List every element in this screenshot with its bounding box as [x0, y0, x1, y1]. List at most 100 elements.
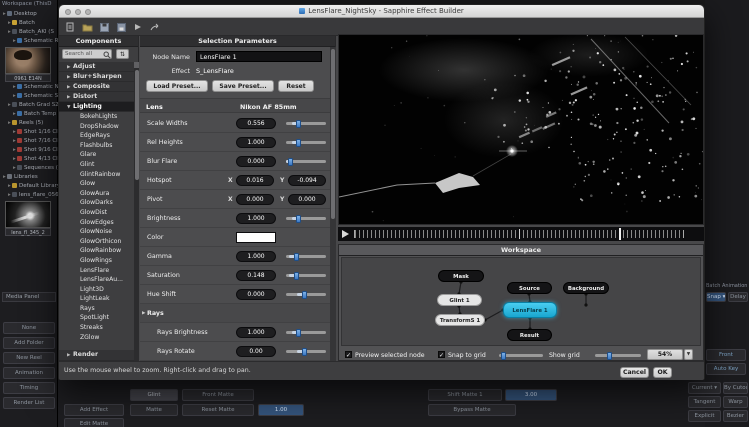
node-result[interactable]: Result	[507, 329, 552, 341]
component-item[interactable]: LensFlare	[59, 266, 134, 276]
slider-handle[interactable]	[294, 272, 299, 280]
host-button-edit-matte[interactable]: Edit Matte	[64, 418, 124, 427]
component-item[interactable]: GlowEdges	[59, 218, 134, 228]
scrollbar-thumb[interactable]	[135, 70, 139, 180]
share-icon[interactable]	[150, 22, 161, 32]
param-value-field[interactable]: 1.000	[236, 251, 276, 262]
tree-item-schematic-r[interactable]: ▸Schematic R	[0, 37, 58, 46]
tree-item-default-library[interactable]: ▸Default Library	[0, 182, 58, 191]
node-source[interactable]: Source	[507, 282, 552, 294]
param-value-field[interactable]: 1.000	[236, 137, 276, 148]
param-value-field[interactable]: 0.000	[236, 289, 276, 300]
slider-handle[interactable]	[294, 253, 299, 261]
snap-to-grid-checkbox[interactable]: ✓	[438, 351, 445, 358]
scrollbar-thumb[interactable]	[331, 49, 335, 219]
host-button-none[interactable]: None	[3, 322, 55, 334]
minimize-window-icon[interactable]	[75, 9, 81, 15]
param-slider[interactable]	[286, 274, 326, 277]
play-icon[interactable]	[342, 230, 349, 238]
node-lensflare-1[interactable]: LensFlare 1	[503, 302, 557, 318]
component-item[interactable]: Light3D	[59, 285, 134, 295]
group-render[interactable]: ▶Render	[59, 350, 134, 361]
lens-preset-value[interactable]: Nikon AF 85mm	[240, 103, 297, 111]
component-item[interactable]: ZGlow	[59, 333, 134, 343]
open-folder-icon[interactable]	[82, 22, 93, 32]
tree-item-batch-aki-s[interactable]: ▸Batch_AKI (S	[0, 28, 58, 37]
tree-item-reels-5-[interactable]: ▸Reels (5)	[0, 119, 58, 128]
lens-row[interactable]: Lens Nikon AF 85mm	[140, 98, 336, 113]
parameters-scrollbar[interactable]	[330, 47, 336, 361]
host-button-3-00[interactable]: 3.00	[505, 389, 557, 401]
tree-item-lens-flare-056[interactable]: ▸lens_flare_056	[0, 191, 58, 200]
scroll-up-icon[interactable]	[134, 62, 139, 68]
tree-item-shot-4-13-clip[interactable]: ▸Shot 4/13 Clip	[0, 155, 58, 164]
save-icon[interactable]	[99, 22, 110, 32]
slider-handle[interactable]	[296, 120, 301, 128]
group-composite[interactable]: ▶Composite	[59, 82, 134, 92]
host-button-front[interactable]: Front	[706, 349, 746, 361]
node-mask[interactable]: Mask	[438, 270, 484, 282]
slider-handle[interactable]	[288, 158, 293, 166]
host-button-animation[interactable]: Animation	[3, 367, 55, 379]
tree-item-batch-temp[interactable]: ▸Batch Temp	[0, 110, 58, 119]
chevron-down-icon[interactable]: ▼	[684, 349, 693, 360]
sort-button[interactable]: ⇅	[116, 49, 129, 59]
component-item[interactable]: BokehLights	[59, 112, 134, 122]
component-item[interactable]: Flashbulbs	[59, 141, 134, 151]
component-item[interactable]: LensFlareAu...	[59, 275, 134, 285]
component-item[interactable]: GlowRings	[59, 256, 134, 266]
x-value-field[interactable]: 0.000	[236, 194, 274, 205]
host-button-matte[interactable]: Matte	[130, 404, 178, 416]
slider-handle[interactable]	[296, 215, 301, 223]
component-item[interactable]: DropShadow	[59, 122, 134, 132]
component-item[interactable]: GlowDist	[59, 208, 134, 218]
host-button-timing[interactable]: Timing	[3, 382, 55, 394]
tree-item-shot-9-16-clip[interactable]: ▸Shot 9/16 Clip	[0, 146, 58, 155]
slider-handle[interactable]	[501, 352, 506, 360]
component-item[interactable]: Glow	[59, 179, 134, 189]
component-item[interactable]: EdgeRays	[59, 131, 134, 141]
param-value-field[interactable]: 0.556	[236, 118, 276, 129]
tree-item-shot-1-16-clip[interactable]: ▸Shot 1/16 Clip	[0, 128, 58, 137]
host-button-current-[interactable]: Current ▾	[688, 382, 721, 394]
node-background[interactable]: Background	[563, 282, 609, 294]
node-transforms-1[interactable]: TransformS 1	[435, 314, 485, 326]
color-swatch[interactable]	[236, 232, 276, 243]
group-lighting[interactable]: ▼Lighting	[59, 102, 134, 112]
slider-handle[interactable]	[607, 352, 612, 360]
component-item[interactable]: Glint	[59, 160, 134, 170]
host-button-bezier[interactable]: Bezier	[723, 410, 748, 422]
save-preset-button[interactable]: Save Preset...	[212, 80, 274, 92]
component-item[interactable]: Rays	[59, 304, 134, 314]
slider-handle[interactable]	[296, 329, 301, 337]
ok-button[interactable]: OK	[653, 367, 672, 378]
clip-thumbnail[interactable]	[5, 47, 51, 74]
host-button-bypass-matte[interactable]: Bypass Matte	[428, 404, 516, 416]
playhead[interactable]	[619, 228, 621, 240]
host-button-shift-matte-1[interactable]: Shift Matte 1	[428, 389, 502, 401]
reset-button[interactable]: Reset	[278, 80, 314, 92]
load-preset-button[interactable]: Load Preset...	[146, 80, 208, 92]
tree-item-batch-grad-s2[interactable]: ▸Batch Grad S2	[0, 101, 58, 110]
tree-item-shot-7-16-clip[interactable]: ▸Shot 7/16 Clip	[0, 137, 58, 146]
component-item[interactable]: LightLeak	[59, 294, 134, 304]
component-item[interactable]: Streaks	[59, 323, 134, 333]
host-button-front-matte[interactable]: Front Matte	[182, 389, 254, 401]
component-item[interactable]: GlowRainbow	[59, 246, 134, 256]
close-window-icon[interactable]	[65, 9, 71, 15]
cancel-button[interactable]: Cancel	[620, 367, 649, 378]
host-button-1-00[interactable]: 1.00	[258, 404, 304, 416]
tree-item-batch[interactable]: ▸Batch	[0, 19, 58, 28]
component-item[interactable]: GlowAura	[59, 189, 134, 199]
component-item[interactable]: GlintRainbow	[59, 170, 134, 180]
y-value-field[interactable]: 0.000	[288, 194, 326, 205]
param-slider[interactable]	[286, 255, 326, 258]
param-value-field[interactable]: 0.148	[236, 270, 276, 281]
grid-size-slider[interactable]	[499, 354, 543, 357]
host-button-glint[interactable]: Glint	[130, 389, 178, 401]
host-button-explicit[interactable]: Explicit	[688, 410, 721, 422]
save-as-icon[interactable]	[116, 22, 127, 32]
component-item[interactable]: GlowOrthicon	[59, 237, 134, 247]
tree-item-schematic-n[interactable]: ▸Schematic N	[0, 83, 58, 92]
param-slider[interactable]	[286, 331, 326, 334]
